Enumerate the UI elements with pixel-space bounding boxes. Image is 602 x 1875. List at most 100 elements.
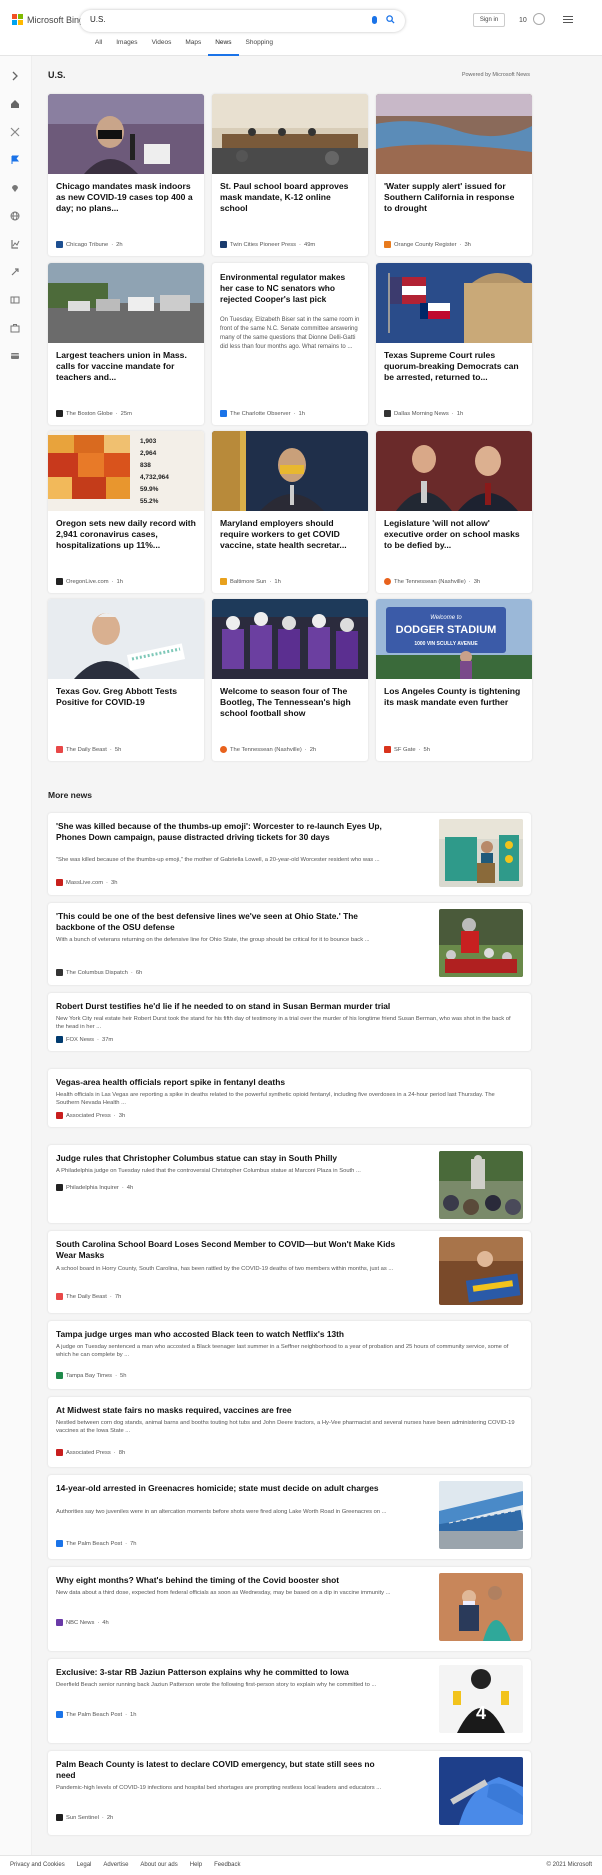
location-icon[interactable]	[10, 180, 20, 192]
card-source[interactable]: SF Gate · 5h	[384, 746, 430, 753]
rewards-count[interactable]: 10	[519, 17, 527, 24]
card-title[interactable]: 'Water supply alert' issued for Southern…	[376, 174, 532, 222]
news-card[interactable]: 1,903 2,964 838 4,732,964 59.9% 55.2% Or…	[48, 431, 204, 593]
article-source[interactable]: Sun Sentinel · 2h	[56, 1814, 113, 1821]
article-source[interactable]: Tampa Bay Times · 5h	[56, 1372, 126, 1379]
microphone-icon[interactable]	[372, 16, 377, 24]
news-card[interactable]: Environmental regulator makes her case t…	[212, 263, 368, 425]
article-source[interactable]: Associated Press · 8h	[56, 1449, 125, 1456]
news-list-item[interactable]: Why eight months? What's behind the timi…	[48, 1567, 531, 1651]
news-card[interactable]: Welcome to DODGER STADIUM 1000 VIN SCULL…	[376, 599, 532, 761]
card-source[interactable]: Dallas Morning News · 1h	[384, 410, 463, 417]
news-list-item[interactable]: 'This could be one of the best defensive…	[48, 903, 531, 985]
news-card[interactable]: Maryland employers should require worker…	[212, 431, 368, 593]
footer-link-privacy[interactable]: Privacy and Cookies	[10, 1862, 65, 1868]
powered-by[interactable]: Powered by Microsoft News	[462, 72, 530, 78]
card-title[interactable]: Chicago mandates mask indoors as new COV…	[48, 174, 204, 222]
news-list-item[interactable]: 14-year-old arrested in Greenacres homic…	[48, 1475, 531, 1559]
card-icon[interactable]	[10, 348, 20, 359]
card-title[interactable]: Texas Gov. Greg Abbott Tests Positive fo…	[48, 679, 204, 727]
card-title[interactable]: Largest teachers union in Mass. calls fo…	[48, 343, 204, 391]
card-source[interactable]: The Tennessean (Nashville) · 3h	[384, 578, 480, 585]
news-card[interactable]: Legislature 'will not allow' executive o…	[376, 431, 532, 593]
scales-icon[interactable]	[10, 236, 20, 249]
article-title[interactable]: Judge rules that Christopher Columbus st…	[56, 1153, 396, 1164]
article-title[interactable]: 'This could be one of the best defensive…	[56, 911, 396, 933]
news-card[interactable]: 'Water supply alert' issued for Southern…	[376, 94, 532, 256]
tab-shopping[interactable]: Shopping	[239, 39, 280, 56]
card-title[interactable]: St. Paul school board approves mask mand…	[212, 174, 368, 222]
card-source[interactable]: The Tennessean (Nashville) · 2h	[220, 746, 316, 753]
article-title[interactable]: Palm Beach County is latest to declare C…	[56, 1759, 396, 1781]
tab-maps[interactable]: Maps	[178, 39, 208, 56]
article-title[interactable]: Why eight months? What's behind the timi…	[56, 1575, 396, 1586]
article-title[interactable]: South Carolina School Board Loses Second…	[56, 1239, 396, 1261]
card-title[interactable]: Maryland employers should require worker…	[212, 511, 368, 559]
footer-link-advertise[interactable]: Advertise	[103, 1862, 128, 1868]
card-title[interactable]: Legislature 'will not allow' executive o…	[376, 511, 532, 559]
card-title[interactable]: Los Angeles County is tightening its mas…	[376, 679, 532, 727]
card-source[interactable]: OregonLive.com · 1h	[56, 578, 123, 585]
chevron-right-icon[interactable]	[10, 68, 20, 81]
article-title[interactable]: 'She was killed because of the thumbs-up…	[56, 821, 396, 843]
article-title[interactable]: At Midwest state fairs no masks required…	[56, 1405, 516, 1416]
card-source[interactable]: Twin Cities Pioneer Press · 49m	[220, 241, 315, 248]
rewards-trophy-icon[interactable]	[533, 13, 545, 25]
tab-videos[interactable]: Videos	[145, 39, 179, 56]
card-source[interactable]: The Charlotte Observer · 1h	[220, 410, 305, 417]
bing-logo[interactable]: Microsoft Bing	[12, 14, 84, 25]
article-source[interactable]: MassLive.com · 3h	[56, 879, 117, 886]
film-icon[interactable]	[10, 292, 20, 304]
article-source[interactable]: The Daily Beast · 7h	[56, 1293, 121, 1300]
news-list-item[interactable]: Vegas-area health officials report spike…	[48, 1069, 531, 1127]
card-title[interactable]: Environmental regulator makes her case t…	[212, 263, 368, 306]
card-title[interactable]: Oregon sets new daily record with 2,941 …	[48, 511, 204, 559]
article-source[interactable]: NBC News · 4h	[56, 1619, 109, 1626]
article-source[interactable]: FOX News · 37m	[56, 1036, 113, 1043]
article-title[interactable]: Vegas-area health officials report spike…	[56, 1077, 516, 1088]
article-source[interactable]: Philadelphia Inquirer · 4h	[56, 1184, 133, 1191]
news-list-item[interactable]: At Midwest state fairs no masks required…	[48, 1397, 531, 1467]
search-icon[interactable]	[386, 15, 395, 24]
footer-link-feedback[interactable]: Feedback	[214, 1862, 240, 1868]
footer-link-legal[interactable]: Legal	[77, 1862, 92, 1868]
news-card[interactable]: Texas Gov. Greg Abbott Tests Positive fo…	[48, 599, 204, 761]
article-title[interactable]: Exclusive: 3-star RB Jaziun Patterson ex…	[56, 1667, 396, 1678]
tools-icon[interactable]	[10, 124, 20, 137]
card-source[interactable]: Orange County Register · 3h	[384, 241, 471, 248]
globe-icon[interactable]	[10, 208, 20, 221]
rocket-icon[interactable]	[10, 264, 20, 276]
footer-link-help[interactable]: Help	[190, 1862, 202, 1868]
tab-all[interactable]: All	[88, 39, 109, 56]
hamburger-menu-icon[interactable]	[563, 16, 573, 25]
search-input[interactable]: U.S.	[90, 15, 106, 24]
card-source[interactable]: Baltimore Sun · 1h	[220, 578, 281, 585]
article-source[interactable]: Associated Press · 3h	[56, 1112, 125, 1119]
article-title[interactable]: Robert Durst testifies he'd lie if he ne…	[56, 1001, 516, 1012]
footer-link-about-ads[interactable]: About our ads	[140, 1862, 177, 1868]
news-card[interactable]: Welcome to season four of The Bootleg, T…	[212, 599, 368, 761]
article-title[interactable]: Tampa judge urges man who accosted Black…	[56, 1329, 516, 1340]
card-title[interactable]: Texas Supreme Court rules quorum-breakin…	[376, 343, 532, 391]
news-card[interactable]: St. Paul school board approves mask mand…	[212, 94, 368, 256]
card-source[interactable]: The Daily Beast · 5h	[56, 746, 121, 753]
news-card[interactable]: Chicago mandates mask indoors as new COV…	[48, 94, 204, 256]
home-icon[interactable]	[10, 96, 20, 108]
article-source[interactable]: The Columbus Dispatch · 6h	[56, 969, 142, 976]
tab-news[interactable]: News	[208, 39, 239, 56]
news-list-item[interactable]: Robert Durst testifies he'd lie if he ne…	[48, 993, 531, 1051]
card-source[interactable]: The Boston Globe · 25m	[56, 410, 132, 417]
search-box[interactable]: U.S.	[80, 10, 405, 32]
article-source[interactable]: The Palm Beach Post · 7h	[56, 1540, 136, 1547]
news-list-item[interactable]: Palm Beach County is latest to declare C…	[48, 1751, 531, 1835]
briefcase-icon[interactable]	[10, 320, 20, 333]
article-title[interactable]: 14-year-old arrested in Greenacres homic…	[56, 1483, 396, 1494]
flag-icon[interactable]	[10, 152, 20, 164]
news-list-item[interactable]: South Carolina School Board Loses Second…	[48, 1231, 531, 1313]
news-card[interactable]: Texas Supreme Court rules quorum-breakin…	[376, 263, 532, 425]
sign-in-button[interactable]: Sign in	[473, 13, 505, 27]
news-card[interactable]: Largest teachers union in Mass. calls fo…	[48, 263, 204, 425]
card-title[interactable]: Welcome to season four of The Bootleg, T…	[212, 679, 368, 727]
news-list-item[interactable]: Judge rules that Christopher Columbus st…	[48, 1145, 531, 1223]
card-source[interactable]: Chicago Tribune · 2h	[56, 241, 123, 248]
